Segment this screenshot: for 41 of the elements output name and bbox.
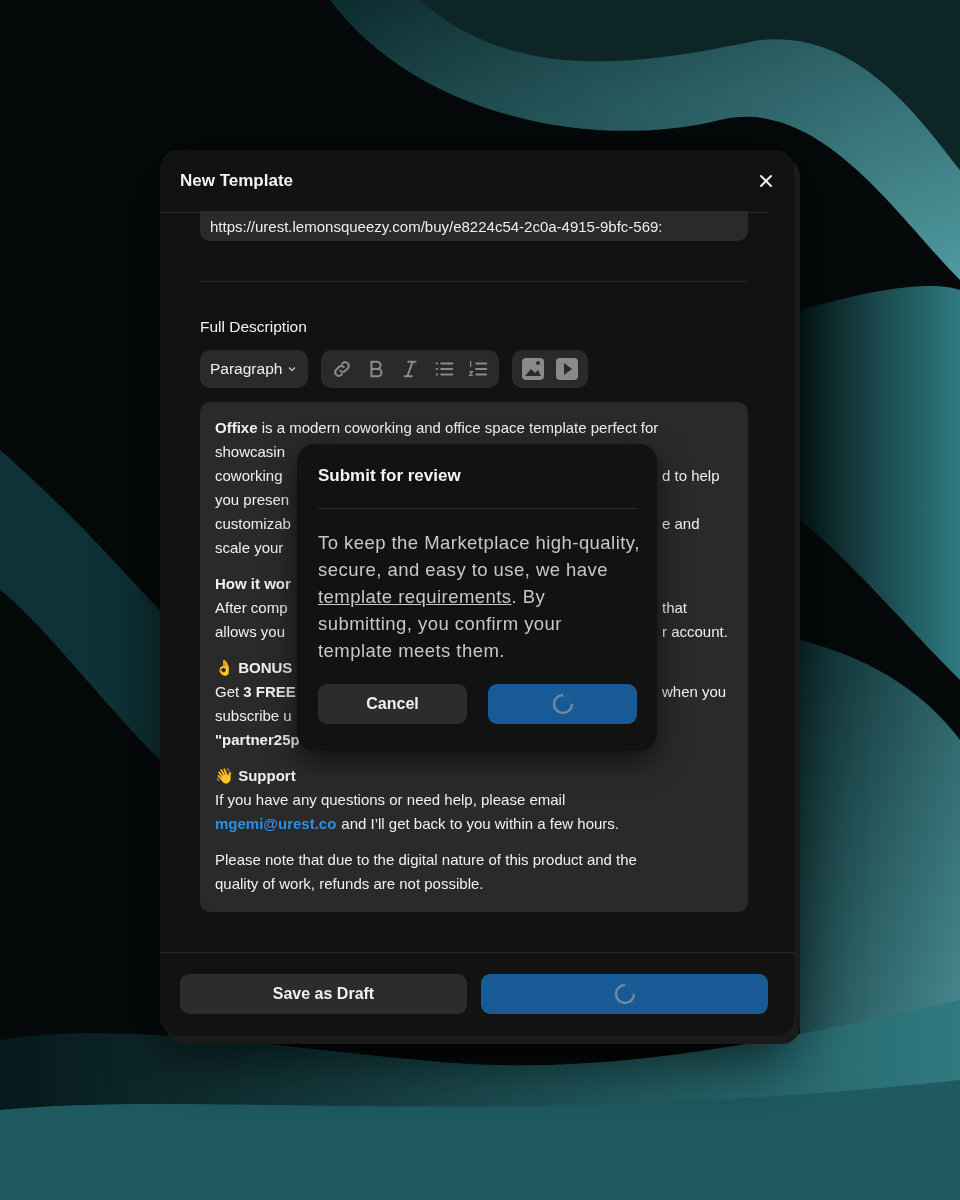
loading-spinner-icon (551, 693, 574, 715)
video-tool[interactable] (554, 356, 581, 382)
editor-text: showcasin (215, 442, 286, 462)
editor-text: d to help (662, 466, 720, 486)
editor-text: 👋 Support (215, 766, 296, 786)
editor-text: customizab (215, 514, 291, 534)
field-label: Full Description (200, 318, 308, 336)
dialog-text: To keep the Marketplace high-quality, secure, and easy to use, we have template requirements. By submitting, you confirm your template meets them. (318, 531, 640, 663)
requirements-link[interactable]: template requirements (318, 586, 512, 607)
block-style-dropdown[interactable]: Paragraph (200, 350, 309, 388)
editor-text: After comp (215, 598, 288, 618)
loading-spinner-icon (613, 983, 636, 1005)
image-icon (521, 357, 546, 381)
url-field[interactable]: https://urest.lemonsqueezy.com/buy/e8224c54-2c0a-4915-9bfc-569: (200, 211, 748, 241)
editor-text: How it wor (215, 574, 291, 594)
close-icon (758, 173, 774, 189)
editor-text: "partner25p (215, 730, 300, 750)
editor-text: r account. (662, 622, 728, 642)
editor-text: If you have any questions or need help, please email (215, 790, 566, 810)
editor-text: scale your (215, 538, 284, 558)
play-icon (555, 357, 580, 381)
email-link[interactable]: mgemi@urest.co (215, 812, 337, 836)
editor-text: that (662, 598, 688, 618)
editor-text: 👌 BONUS (215, 658, 293, 678)
cancel-button[interactable]: Cancel (318, 684, 467, 724)
editor-text: and I’ll get back to you within a few hours. (341, 814, 619, 834)
modal-title: New Template (180, 171, 294, 191)
dialog-title: Submit for review (318, 466, 637, 509)
editor-text: quality of work, refunds are not possible. (215, 874, 484, 894)
editor-text: allows you (215, 622, 286, 642)
save-draft-button[interactable]: Save as Draft (180, 974, 467, 1014)
editor-text: Offixe is a modern coworking and office space template perfect for (215, 418, 659, 438)
close-button[interactable] (758, 173, 774, 189)
editor-text: e and (662, 514, 700, 534)
editor-text: you presen (215, 490, 290, 510)
editor-text: when you (662, 682, 727, 702)
editor-text: subscribe u (215, 706, 292, 726)
editor-text: Please note that due to the digital nature of this product and the (215, 850, 637, 870)
editor-text: Get 3 FREE (215, 682, 296, 702)
editor-text: coworking (215, 466, 283, 486)
image-tool[interactable] (520, 356, 547, 382)
